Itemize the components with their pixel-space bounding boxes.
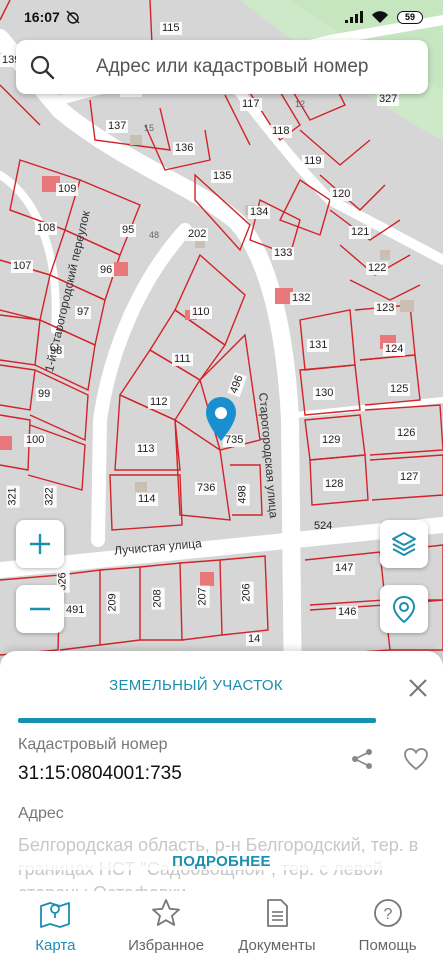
nav-item-documents[interactable]: Документы xyxy=(222,891,333,960)
plot-label[interactable]: 114 xyxy=(136,493,158,506)
plot-label[interactable]: 15 xyxy=(142,122,156,135)
nav-label: Документы xyxy=(238,937,316,954)
nav-item-map[interactable]: Карта xyxy=(0,891,111,960)
layers-icon xyxy=(392,532,416,556)
search-icon[interactable] xyxy=(16,40,68,94)
plot-label[interactable]: 135 xyxy=(211,170,234,183)
plot-label[interactable]: 321 xyxy=(6,485,20,508)
plot-label[interactable]: 132 xyxy=(290,292,313,305)
cadastral-number-value: 31:15:0804001:735 xyxy=(18,763,182,784)
star-icon xyxy=(152,899,181,926)
plot-label[interactable]: 130 xyxy=(313,387,336,400)
plot-label[interactable]: 146 xyxy=(336,606,359,619)
plot-label[interactable]: 491 xyxy=(64,604,87,617)
my-location-button[interactable] xyxy=(380,585,428,633)
plot-label[interactable]: 126 xyxy=(395,427,418,440)
parcel-info-sheet[interactable]: ЗЕМЕЛЬНЫЙ УЧАСТОК Кадастровый номер 31:1… xyxy=(0,651,443,891)
plot-label[interactable]: 207 xyxy=(196,585,210,608)
plot-label[interactable]: 113 xyxy=(135,443,157,456)
plot-label[interactable]: 99 xyxy=(36,388,53,401)
nav-label: Избранное xyxy=(128,937,205,954)
plot-label[interactable]: 96 xyxy=(98,264,115,277)
screen: 115 139 138 137 15 136 117 12 118 119 32… xyxy=(0,0,443,960)
plot-label[interactable]: 14 xyxy=(246,633,263,646)
plot-label[interactable]: 736 xyxy=(195,482,218,495)
plot-label[interactable]: 107 xyxy=(11,260,34,273)
plot-label[interactable]: 498 xyxy=(236,483,250,506)
favorite-heart-icon[interactable] xyxy=(403,747,429,771)
svg-text:?: ? xyxy=(383,906,392,923)
plot-label[interactable]: 123 xyxy=(374,302,397,315)
help-icon: ? xyxy=(373,899,402,927)
plot-label[interactable]: 108 xyxy=(35,222,58,235)
plot-label[interactable]: 109 xyxy=(56,183,79,196)
plot-label[interactable]: 206 xyxy=(240,581,254,604)
plot-label[interactable]: 208 xyxy=(151,587,165,610)
alarm-off-icon xyxy=(66,10,80,24)
nav-label: Карта xyxy=(35,937,76,954)
document-icon xyxy=(266,899,288,927)
nav-label: Помощь xyxy=(358,937,417,954)
status-time: 16:07 xyxy=(24,9,60,25)
plot-label[interactable]: 147 xyxy=(333,562,356,575)
more-details-link[interactable]: ПОДРОБНЕЕ xyxy=(0,853,443,870)
plot-label[interactable]: 133 xyxy=(272,247,295,260)
signal-icon xyxy=(345,11,363,23)
bottom-navigation: Карта Избранное Документы ? Помощь xyxy=(0,891,443,960)
plot-label[interactable]: 95 xyxy=(120,224,137,237)
plot-label[interactable]: 131 xyxy=(307,339,330,352)
cadastral-number-label: Кадастровый номер xyxy=(18,736,168,753)
plot-label[interactable]: 137 xyxy=(106,120,129,133)
location-pin-outline-icon xyxy=(392,595,416,623)
plot-label[interactable]: 97 xyxy=(75,306,92,319)
plot-label[interactable]: 48 xyxy=(147,229,161,242)
plot-label[interactable]: 120 xyxy=(330,188,353,201)
loading-progress-bar xyxy=(18,718,376,723)
plot-label[interactable]: 524 xyxy=(312,520,334,533)
address-label: Адрес xyxy=(18,805,64,822)
plot-label[interactable]: 124 xyxy=(383,343,406,356)
plus-icon xyxy=(30,534,50,554)
cadastral-map[interactable]: 115 139 138 137 15 136 117 12 118 119 32… xyxy=(0,0,443,700)
search-bar[interactable] xyxy=(16,40,428,94)
sheet-title: ЗЕМЕЛЬНЫЙ УЧАСТОК xyxy=(109,677,283,694)
plot-label[interactable]: 121 xyxy=(349,226,372,239)
plot-label[interactable]: 129 xyxy=(320,434,343,447)
plot-label[interactable]: 111 xyxy=(172,353,193,366)
layers-button[interactable] xyxy=(380,520,428,568)
battery-icon: 59 xyxy=(397,10,423,24)
search-input[interactable] xyxy=(96,56,426,78)
plot-label[interactable]: 112 xyxy=(148,396,170,409)
share-icon[interactable] xyxy=(350,747,374,771)
plot-label[interactable]: 100 xyxy=(24,434,47,447)
zoom-out-button[interactable] xyxy=(16,585,64,633)
plot-label[interactable]: 127 xyxy=(398,471,421,484)
plot-label[interactable]: 209 xyxy=(106,591,120,614)
location-pin-icon[interactable] xyxy=(204,396,238,442)
plot-label[interactable]: 125 xyxy=(388,383,411,396)
wifi-icon xyxy=(372,11,388,23)
minus-icon xyxy=(30,607,50,611)
close-icon[interactable] xyxy=(407,677,429,699)
zoom-in-button[interactable] xyxy=(16,520,64,568)
plot-label[interactable]: 119 xyxy=(302,155,324,168)
plot-label[interactable]: 118 xyxy=(270,125,292,138)
plot-label[interactable]: 110 xyxy=(190,306,212,319)
nav-item-help[interactable]: ? Помощь xyxy=(332,891,443,960)
plot-label[interactable]: 122 xyxy=(366,262,389,275)
plot-label[interactable]: 117 xyxy=(240,98,262,111)
plot-label[interactable]: 136 xyxy=(173,142,196,155)
plot-label[interactable]: 134 xyxy=(248,206,271,219)
plot-label[interactable]: 327 xyxy=(377,93,400,106)
plot-label[interactable]: 12 xyxy=(293,98,307,111)
plot-label[interactable]: 128 xyxy=(323,478,346,491)
status-bar: 16:07 59 xyxy=(0,0,443,34)
plot-label[interactable]: 202 xyxy=(186,228,209,241)
plot-label[interactable]: 322 xyxy=(43,485,57,508)
map-icon xyxy=(40,902,71,928)
nav-item-favorites[interactable]: Избранное xyxy=(111,891,222,960)
